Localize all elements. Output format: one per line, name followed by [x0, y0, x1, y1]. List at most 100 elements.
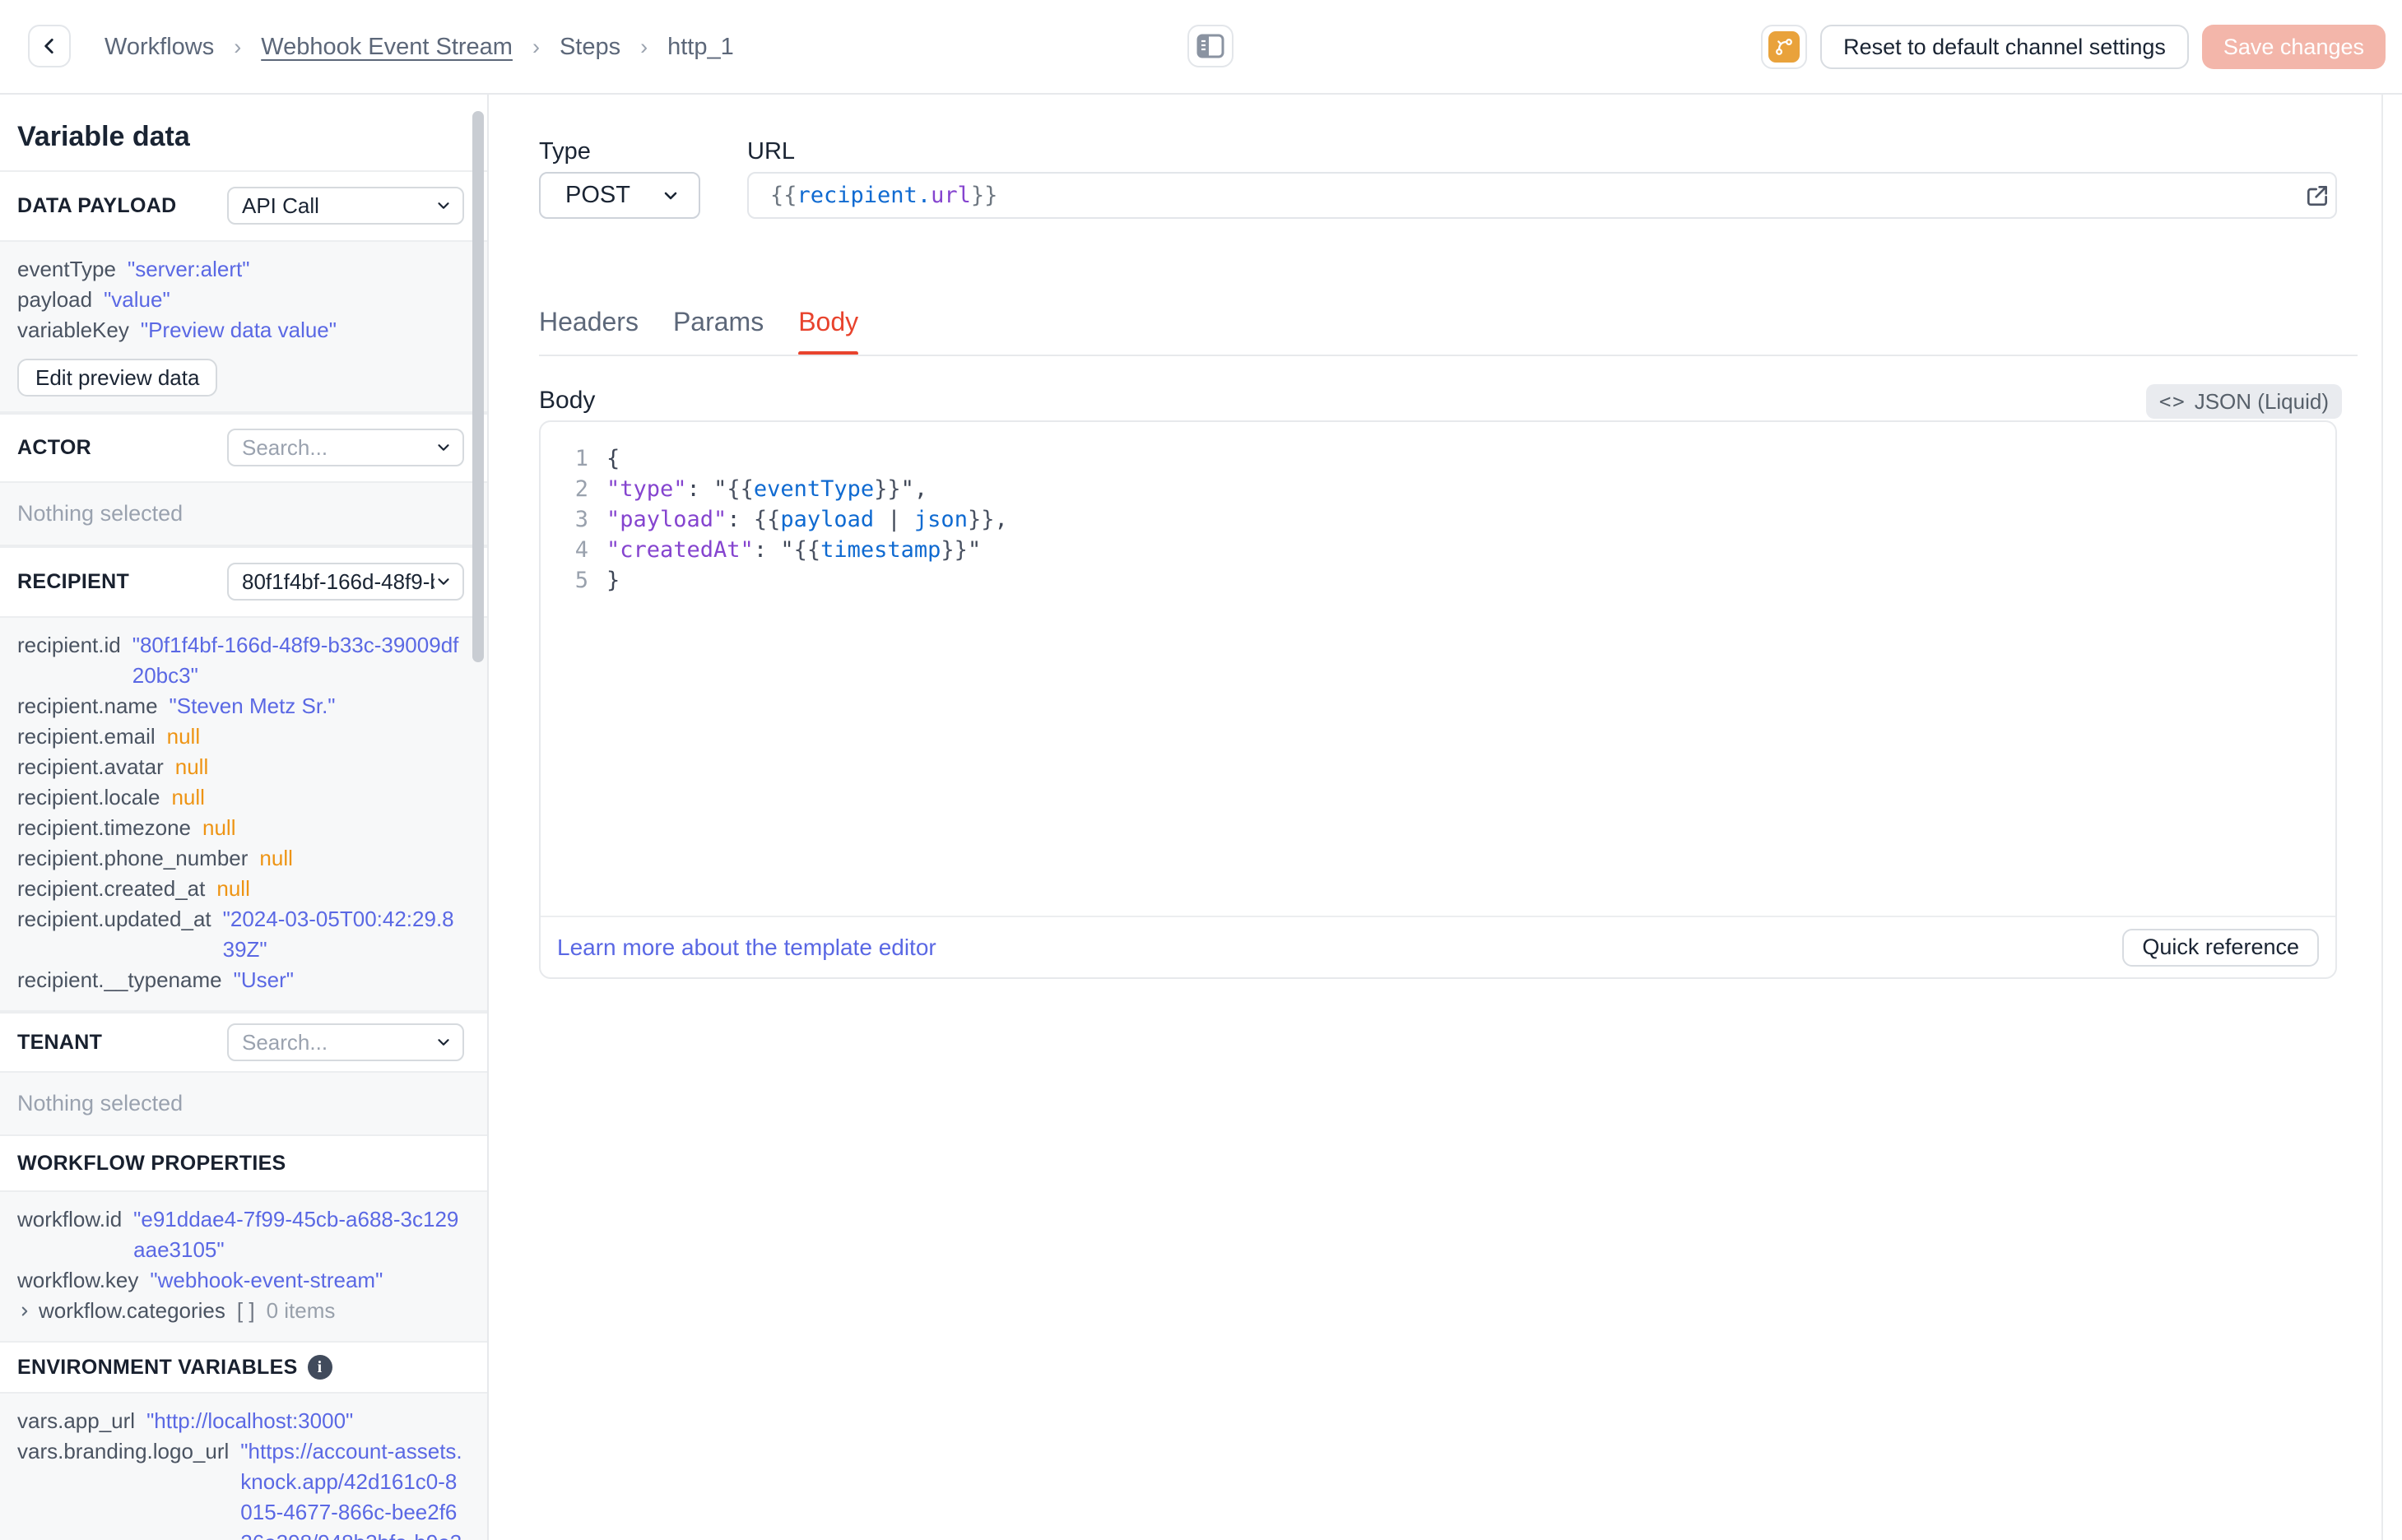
kv-key: recipient.avatar — [17, 754, 164, 779]
kv-row: recipient.__typename "User" — [17, 965, 464, 995]
reset-channel-settings-button[interactable]: Reset to default channel settings — [1820, 25, 2189, 69]
main-scrollbar-track[interactable] — [2381, 95, 2383, 1540]
recipient-select[interactable]: 80f1f4bf-166d-48f9-b33c — [227, 563, 464, 601]
code-content: } — [606, 565, 620, 596]
kv-row: recipient.id "80f1f4bf-166d-48f9-b33c-390… — [17, 630, 464, 691]
preview-data-rows: eventType "server:alert" payload "value" var… — [17, 254, 464, 346]
kv-row: vars.app_url "http://localhost:3000" — [17, 1406, 464, 1436]
tab-params[interactable]: Params — [673, 307, 764, 337]
tenant-row: TENANT Search... — [0, 1012, 487, 1071]
recipient-label: RECIPIENT — [17, 569, 130, 593]
code-token: : — [753, 537, 781, 563]
code-token: " — [967, 537, 982, 563]
variable-data-panel: Variable data DATA PAYLOAD API Call even… — [0, 95, 489, 1540]
workflow-properties-header: WORKFLOW PROPERTIES — [17, 1152, 286, 1175]
code-token: " — [713, 476, 727, 502]
kv-row: recipient.avatar null — [17, 752, 464, 782]
topbar: Workflows › Webhook Event Stream › Steps › htt… — [0, 0, 2402, 95]
template-editor-docs-link[interactable]: Learn more about the template editor — [557, 935, 936, 961]
kv-key: vars.branding.logo_url — [17, 1439, 230, 1463]
tab-headers[interactable]: Headers — [539, 307, 639, 337]
line-number: 5 — [574, 568, 588, 593]
actor-empty-state: Nothing selected — [0, 481, 487, 546]
code-token: { — [606, 446, 620, 471]
kv-value: "http://localhost:3000" — [146, 1408, 354, 1433]
kv-key: recipient.__typename — [17, 967, 222, 992]
code-token: url — [931, 183, 971, 208]
kv-value: "2024-03-05T00:42:29.839Z" — [222, 907, 454, 962]
edit-preview-data-button[interactable]: Edit preview data — [17, 359, 218, 397]
code-content: { — [606, 443, 620, 474]
kv-value: "server:alert" — [127, 257, 250, 281]
kv-value: null — [171, 785, 205, 809]
breadcrumb-item-webhook-event-stream[interactable]: Webhook Event Stream — [261, 34, 513, 61]
code-token: {{ — [793, 537, 821, 563]
external-link-icon[interactable] — [2304, 183, 2330, 209]
method-select[interactable]: POST — [539, 172, 700, 219]
chevron-down-icon — [434, 438, 453, 457]
recipient-data-section: recipient.id "80f1f4bf-166d-48f9-b33c-390… — [0, 616, 487, 1012]
body-section-title: Body — [539, 387, 596, 414]
code-token: }} — [874, 476, 901, 502]
code-content: "createdAt": "{{timestamp}}" — [606, 535, 981, 565]
data-payload-select[interactable]: API Call — [227, 187, 464, 225]
git-branch-icon — [1768, 31, 1800, 63]
breadcrumb-item-workflows[interactable]: Workflows — [105, 34, 214, 61]
chevron-down-icon — [434, 197, 453, 215]
chevron-left-icon — [39, 35, 60, 57]
commit-diff-button[interactable] — [1761, 25, 1808, 69]
tab-body[interactable]: Body — [798, 307, 858, 355]
url-label: URL — [747, 138, 796, 165]
step-editor-main: Type POST URL {{recipient.url}} Headers P… — [490, 95, 2402, 1540]
line-number: 1 — [574, 446, 588, 471]
kv-key: recipient.locale — [17, 785, 160, 809]
actor-search-select[interactable]: Search... — [227, 429, 464, 466]
code-content: "type": "{{eventType}}", — [606, 474, 927, 504]
kv-row: vars.branding.logo_url "https://account-a… — [17, 1436, 464, 1540]
kv-value: "Preview data value" — [140, 318, 337, 342]
environment-variables-section: vars.app_url "http://localhost:3000" vars.… — [0, 1392, 487, 1540]
tabs-divider — [539, 355, 2358, 356]
editor-footer: Learn more about the template editor Qui… — [541, 916, 2335, 977]
environment-rows: vars.app_url "http://localhost:3000" vars.… — [17, 1406, 464, 1540]
kv-key: recipient.email — [17, 724, 156, 749]
breadcrumb-item-http-1[interactable]: http_1 — [667, 34, 734, 61]
url-input[interactable]: {{recipient.url}} — [747, 172, 2337, 219]
toggle-sidebar-button[interactable] — [1187, 25, 1234, 67]
quick-reference-button[interactable]: Quick reference — [2122, 928, 2319, 967]
kv-key: recipient.phone_number — [17, 846, 249, 870]
code-token: : — [727, 507, 754, 532]
kv-row: recipient.created_at null — [17, 874, 464, 904]
breadcrumb-separator: › — [532, 35, 540, 59]
kv-key: variableKey — [17, 318, 129, 342]
tenant-empty-state: Nothing selected — [0, 1071, 487, 1136]
chevron-down-icon — [434, 573, 453, 591]
code-token: }} — [941, 537, 968, 563]
save-changes-button[interactable]: Save changes — [2201, 25, 2386, 69]
kv-value: "80f1f4bf-166d-48f9-b33c-39009df20bc3" — [132, 633, 459, 688]
panel-title: Variable data — [17, 121, 190, 152]
code-token: "payload" — [606, 507, 727, 532]
sidebar-panel-icon — [1196, 34, 1224, 58]
back-button[interactable] — [28, 25, 71, 67]
code-token: }} — [967, 507, 995, 532]
breadcrumb-item-steps[interactable]: Steps — [560, 34, 620, 61]
tenant-search-select[interactable]: Search... — [227, 1023, 464, 1061]
code-editor[interactable]: 1{2 "type": "{{eventType}}", 3 "payload": {… — [541, 422, 2335, 916]
kv-value: "e91ddae4-7f99-45cb-a688-3c129aae3105" — [133, 1207, 459, 1262]
sidebar-scrollbar[interactable] — [472, 111, 484, 662]
info-icon[interactable]: i — [307, 1355, 332, 1380]
recipient-data-rows: recipient.id "80f1f4bf-166d-48f9-b33c-390… — [17, 630, 464, 995]
kv-key: recipient.name — [17, 693, 158, 718]
data-payload-row: DATA PAYLOAD API Call — [0, 170, 487, 240]
code-token: : — [686, 476, 714, 502]
type-label: Type — [539, 138, 591, 165]
workflow-categories-row[interactable]: workflow.categories [ ] 0 items — [17, 1296, 464, 1326]
data-payload-label: DATA PAYLOAD — [17, 193, 177, 217]
breadcrumb: Workflows › Webhook Event Stream › Steps › htt… — [105, 0, 734, 95]
code-line: 5} — [541, 565, 2335, 596]
kv-value: "User" — [233, 967, 294, 992]
kv-row: payload "value" — [17, 285, 464, 315]
code-line: 3 "payload": {{payload | json}}, — [541, 504, 2335, 535]
kv-row: recipient.locale null — [17, 782, 464, 813]
